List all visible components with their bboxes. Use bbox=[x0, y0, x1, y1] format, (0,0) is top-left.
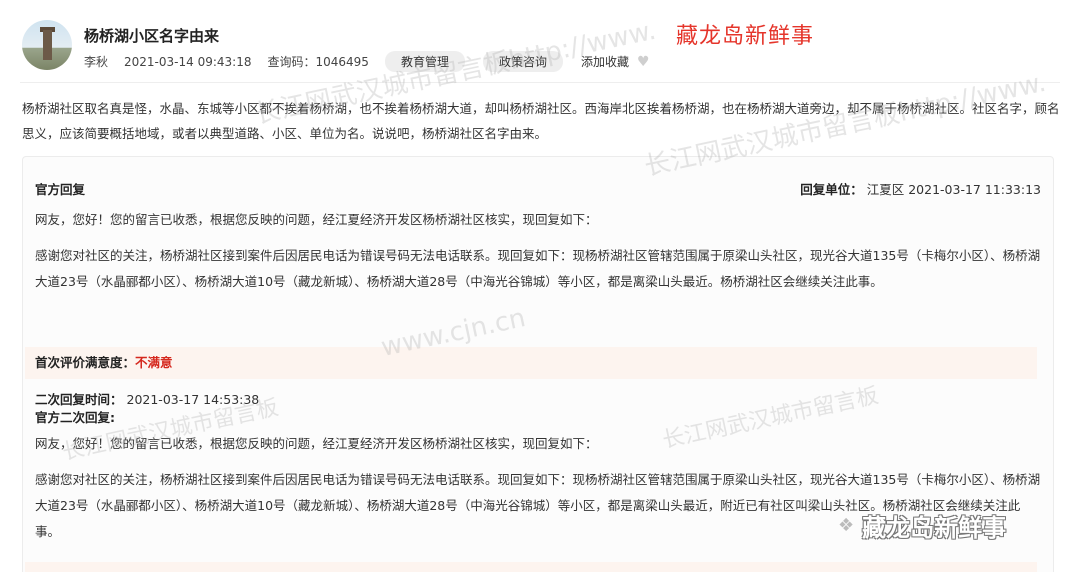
author-name[interactable]: 李秋 bbox=[84, 53, 108, 70]
tag-policy[interactable]: 政策咨询 bbox=[482, 51, 563, 72]
avatar[interactable] bbox=[22, 20, 72, 70]
post-datetime: 2021-03-14 09:43:18 bbox=[124, 54, 252, 69]
post-meta: 李秋 2021-03-14 09:43:18 查询码： 1046495 教育管理… bbox=[84, 51, 650, 72]
reply-unit-label: 回复单位： bbox=[800, 182, 863, 197]
reply-greeting: 网友，您好！您的留言已收悉，根据您反映的问题，经江夏经济开发区杨桥湖社区核实，现… bbox=[35, 212, 598, 227]
wechat-icon: ❖ bbox=[838, 515, 855, 536]
query-code: 1046495 bbox=[315, 54, 369, 69]
reply-datetime: 2021-03-17 11:33:13 bbox=[908, 182, 1041, 197]
tag-education[interactable]: 教育管理 bbox=[384, 51, 465, 72]
reply-header: 官方回复 回复单位： 江夏区 2021-03-17 11:33:13 bbox=[35, 179, 1041, 198]
heart-icon[interactable]: ♥ bbox=[637, 54, 650, 70]
second-time-label: 二次回复时间： bbox=[35, 392, 123, 407]
brand-bottom-label: 藏龙岛新鲜事 bbox=[862, 514, 1007, 542]
question-text: 杨桥湖社区取名真是怪，水晶、东城等小区都不挨着杨桥湖，也不挨着杨桥湖大道，却叫杨… bbox=[22, 101, 1060, 141]
reply-unit: 江夏区 bbox=[866, 182, 905, 197]
reply-body: 感谢您对社区的关注，杨桥湖社区接到案件后因居民电话为错误号码无法电话联系。现回复… bbox=[35, 248, 1041, 289]
satisfaction-label: 首次评价满意度： bbox=[35, 355, 136, 370]
favorite-button[interactable]: 添加收藏 bbox=[581, 53, 629, 70]
official-reply-label: 官方回复 bbox=[35, 182, 86, 197]
second-satisfaction-bar bbox=[25, 562, 1037, 572]
brand-label: 藏龙岛新鲜事 bbox=[676, 24, 815, 49]
post-header: 杨桥湖小区名字由来 藏龙岛新鲜事 李秋 2021-03-14 09:43:18 … bbox=[20, 16, 1060, 76]
second-time: 2021-03-17 14:53:38 bbox=[126, 392, 260, 407]
divider bbox=[20, 82, 1060, 83]
post-title: 杨桥湖小区名字由来 bbox=[84, 27, 220, 45]
query-code-label: 查询码： bbox=[267, 55, 316, 69]
second-reply-meta: 二次回复时间： 2021-03-17 14:53:38 官方二次回复: bbox=[35, 391, 259, 427]
second-reply-label: 官方二次回复: bbox=[35, 410, 115, 425]
second-reply-greeting: 网友，您好！您的留言已收悉，根据您反映的问题，经江夏经济开发区杨桥湖社区核实，现… bbox=[35, 436, 598, 451]
reply-unit-info: 回复单位： 江夏区 2021-03-17 11:33:13 bbox=[800, 179, 1041, 198]
satisfaction-value: 不满意 bbox=[135, 355, 173, 370]
tower-shape bbox=[43, 30, 52, 60]
satisfaction-bar: 首次评价满意度：不满意 bbox=[25, 347, 1037, 379]
wechat-brand: ❖ 藏龙岛新鲜事 bbox=[838, 508, 1006, 543]
